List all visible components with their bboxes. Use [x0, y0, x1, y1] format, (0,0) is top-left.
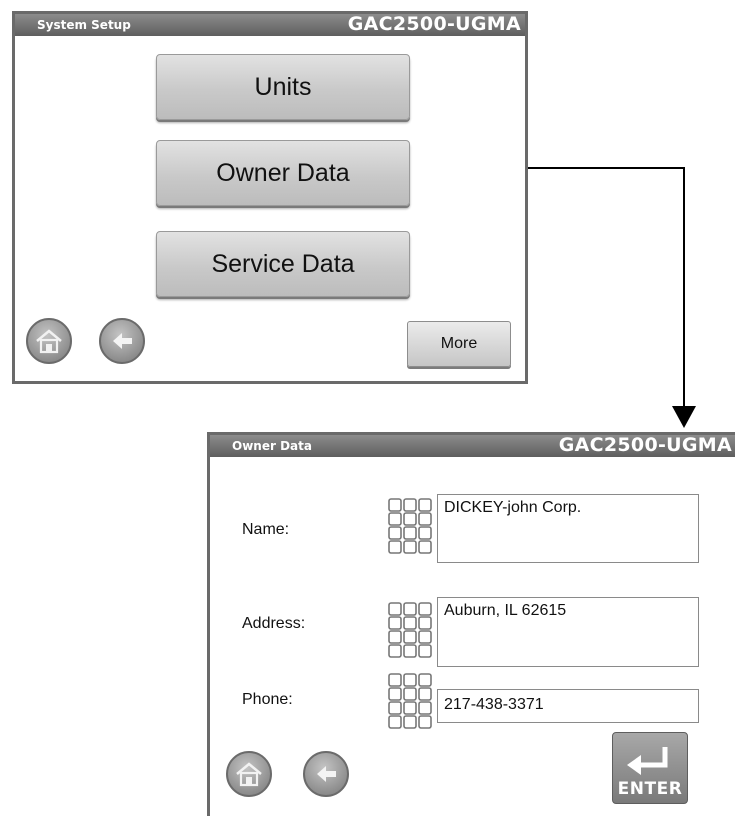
enter-button[interactable]: ENTER: [612, 732, 688, 804]
address-field[interactable]: Auburn, IL 62615: [437, 597, 699, 667]
model-name: GAC2500-UGMA: [347, 13, 521, 35]
service-data-button[interactable]: Service Data: [156, 231, 410, 297]
keypad-icon[interactable]: [387, 601, 433, 659]
enter-label: ENTER: [617, 779, 683, 799]
screen-title: System Setup: [37, 18, 131, 32]
owner-data-button[interactable]: Owner Data: [156, 140, 410, 206]
owner-data-screen: Owner Data GAC2500-UGMA Name: DICKEY-joh…: [207, 432, 735, 816]
home-icon: [236, 762, 262, 787]
phone-field[interactable]: 217-438-3371: [437, 689, 699, 723]
model-name: GAC2500-UGMA: [558, 434, 732, 456]
units-button[interactable]: Units: [156, 54, 410, 120]
address-label: Address:: [242, 615, 306, 632]
name-field[interactable]: DICKEY-john Corp.: [437, 494, 699, 563]
keypad-icon[interactable]: [387, 497, 433, 555]
keypad-icon[interactable]: [387, 672, 433, 730]
back-button[interactable]: [99, 318, 145, 364]
home-button[interactable]: [26, 318, 72, 364]
home-button[interactable]: [226, 751, 272, 797]
more-button[interactable]: More: [407, 321, 511, 367]
owner-data-title-bar: Owner Data GAC2500-UGMA: [210, 434, 735, 457]
back-arrow-icon: [113, 333, 132, 349]
system-setup-screen: System Setup GAC2500-UGMA Units Owner Da…: [12, 11, 528, 384]
home-icon: [36, 329, 62, 354]
back-arrow-icon: [317, 766, 336, 782]
screen-title: Owner Data: [232, 439, 312, 453]
back-button[interactable]: [303, 751, 349, 797]
system-setup-title-bar: System Setup GAC2500-UGMA: [15, 13, 525, 36]
phone-label: Phone:: [242, 691, 293, 708]
name-label: Name:: [242, 521, 290, 538]
